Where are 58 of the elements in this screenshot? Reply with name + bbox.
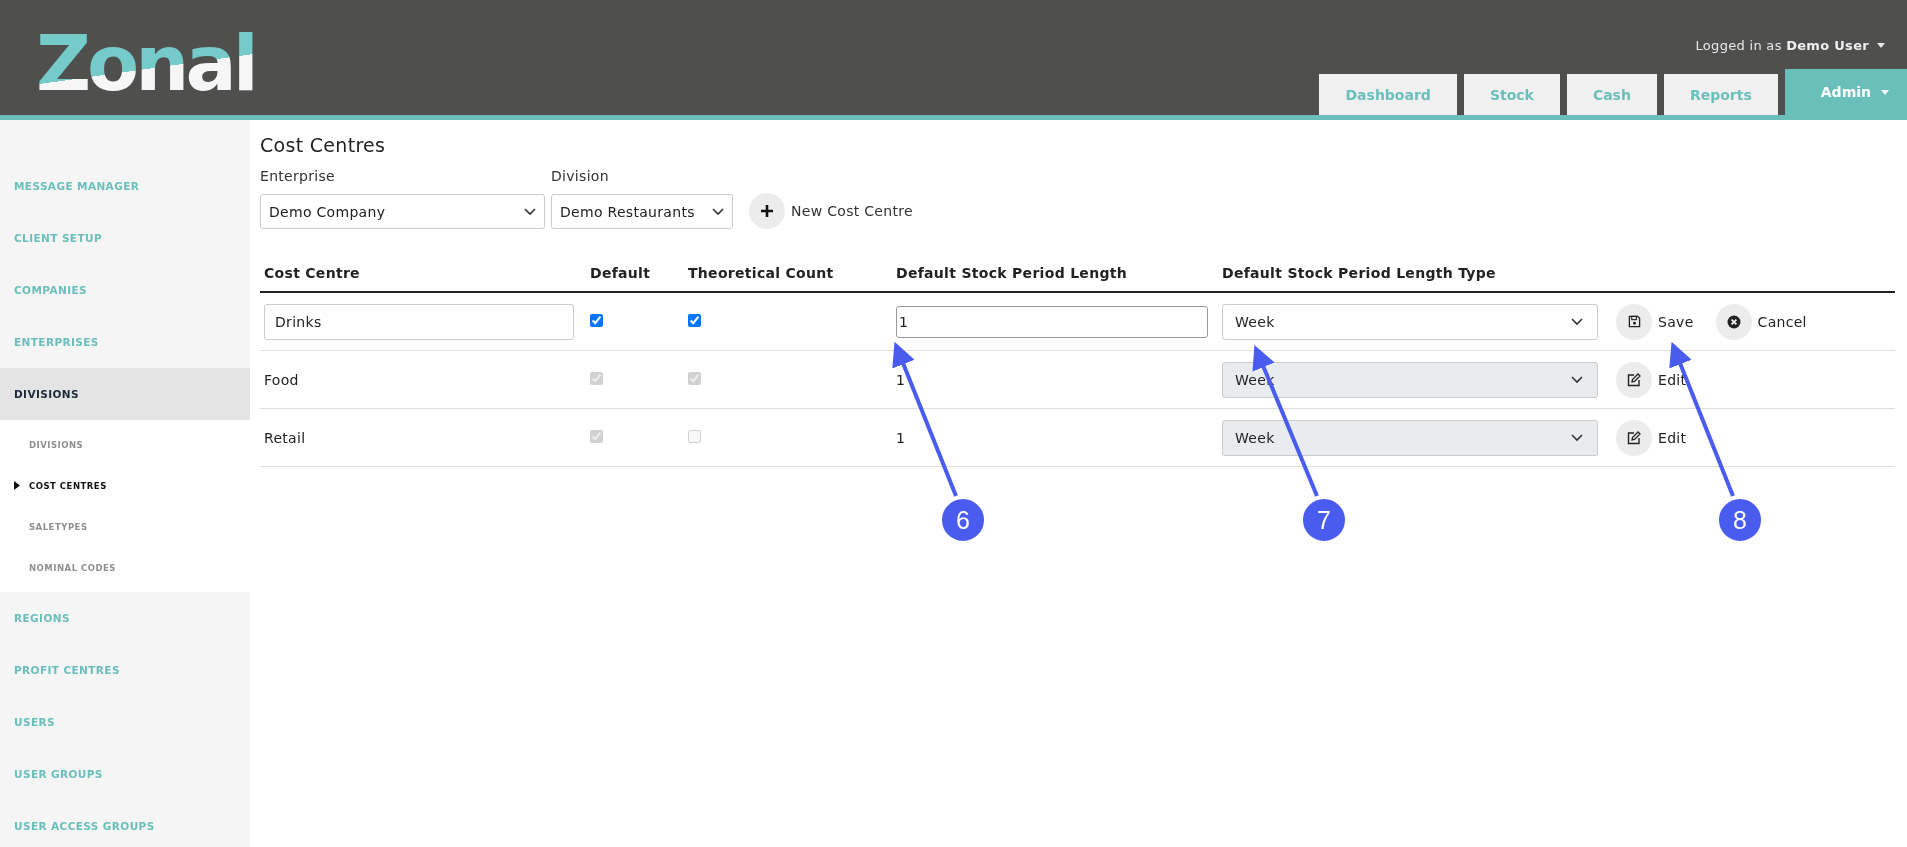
nav-tab[interactable]: Dashboard [1319,74,1457,115]
new-cost-centre-button[interactable]: New Cost Centre [749,193,913,229]
table-cell: Retail [264,429,306,446]
page-title: Cost Centres [260,134,387,156]
name-input-field[interactable]: Drinks [264,303,574,340]
edit-icon [1627,372,1641,387]
sidebar-item[interactable]: PROFIT CENTRES [0,644,250,696]
sidebar-item[interactable]: MESSAGE MANAGER [0,160,250,212]
dropdown-select[interactable]: Demo Restaurants [551,194,733,229]
column-header: Default Stock Period Length Type [1218,265,1612,292]
caret-right-icon [14,481,20,490]
cancel-button[interactable]: Cancel [1715,303,1807,340]
nav-tab[interactable]: Stock [1463,74,1560,115]
caret-down-icon [1881,89,1889,95]
plus-icon [761,205,773,217]
period-type-select[interactable]: Week [1222,303,1598,340]
theoretical-count-checkbox[interactable] [688,313,701,327]
table-cell: 1 [896,371,906,388]
sidebar-subitem[interactable]: SALETYPES [0,506,250,547]
user-menu[interactable]: Logged in as Demo User [1695,38,1885,53]
field-label: Enterprise [260,168,337,184]
table-cell: Food [264,371,299,388]
column-header: Default [586,265,684,292]
sidebar-item[interactable]: USER GROUPS [0,748,250,800]
sidebar-item[interactable]: ENTERPRISES [0,316,250,368]
default-checkbox[interactable] [590,313,603,327]
chevron-down-icon [1571,317,1583,326]
chevron-down-icon [712,207,724,216]
column-header: Theoretical Count [684,265,892,292]
table-cell: 1 [896,429,906,446]
field-label: Division [551,168,610,184]
nav-tab[interactable]: Cash [1566,74,1657,115]
save-button[interactable]: Save [1616,303,1694,340]
length-input-field[interactable]: 1 [896,305,1208,338]
chevron-down-icon [1571,375,1583,384]
sidebar-item[interactable]: COMPANIES [0,264,250,316]
caret-down-icon [1877,43,1885,48]
sidebar-subitem[interactable]: DIVISIONS [0,424,250,465]
edit-icon [1627,430,1641,445]
nav-tab[interactable]: Admin [1784,69,1907,115]
column-header: Cost Centre [260,265,586,292]
step-number-badge: 6 [940,497,986,543]
sidebar-subitem[interactable]: NOMINAL CODES [0,547,250,588]
sidebar-item[interactable]: CLIENT SETUP [0,212,250,264]
close-icon [1726,314,1741,329]
column-header: Default Stock Period Length [892,265,1218,292]
sidebar-item[interactable]: USERS [0,696,250,748]
dropdown-select[interactable]: Demo Company [260,194,545,229]
sidebar-item[interactable]: USER ACCESS GROUPS [0,800,250,847]
chevron-down-icon [1571,433,1583,442]
nav-tab[interactable]: Reports [1663,74,1778,115]
chevron-down-icon [524,207,536,216]
sidebar-item[interactable]: DIVISIONS [0,368,250,420]
sidebar-item[interactable]: REGIONS [0,592,250,644]
step-number-badge: 7 [1301,497,1347,543]
period-type-select[interactable]: Week [1222,419,1598,456]
step-number-badge: 8 [1717,497,1763,543]
sidebar-subitem[interactable]: COST CENTRES [0,465,250,506]
